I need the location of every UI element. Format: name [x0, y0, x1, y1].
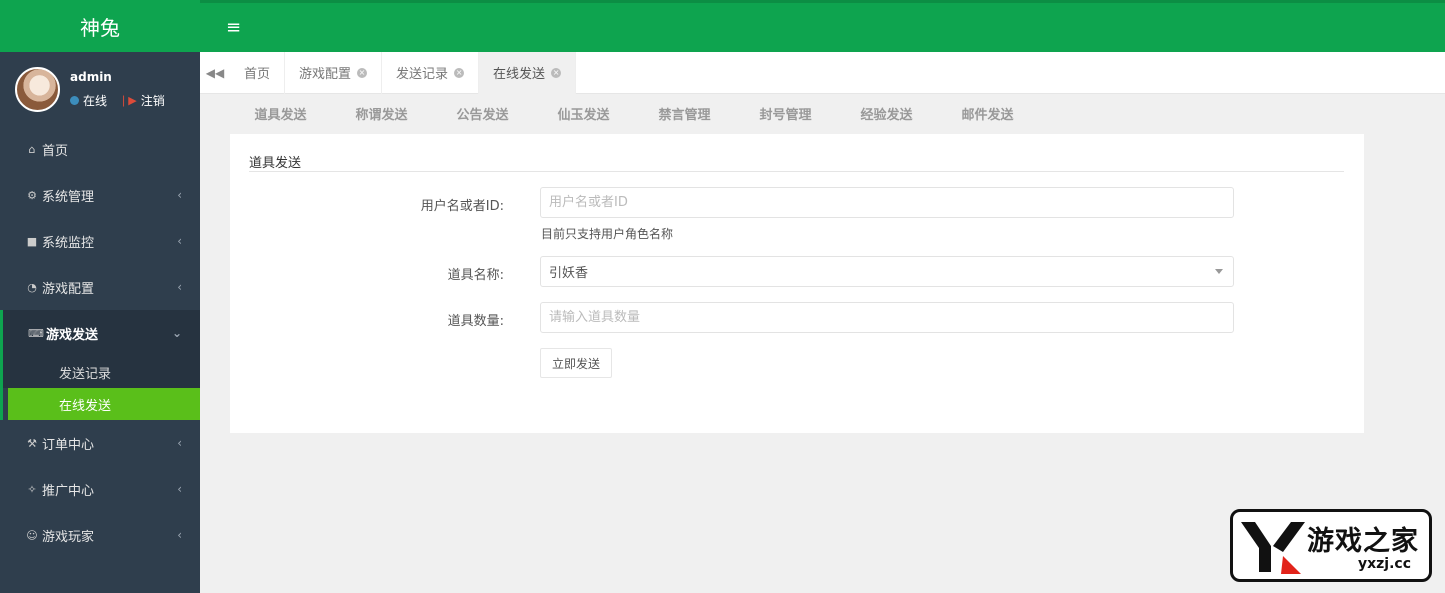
qty-label: 道具数量: — [447, 314, 504, 329]
panel-divider — [249, 171, 1344, 172]
chevron-left-icon: ‹ — [177, 188, 182, 202]
sidebar-item-game-send[interactable]: ⌨ 游戏发送 ⌄ — [0, 310, 200, 356]
sidebar-menu: ⌂ 首页 ⚙ 系统管理 ‹ ■ 系统监控 ‹ ◔ 游戏配置 ‹ ⌨ 游戏发送 ⌄… — [0, 126, 200, 558]
sidebar-item-label: 订单中心 — [42, 437, 95, 453]
tab-game-config[interactable]: 游戏配置 × — [285, 51, 383, 94]
sidebar-item-label: 首页 — [42, 143, 69, 159]
sidebar-submenu: 发送记录 在线发送 — [0, 356, 200, 420]
chevron-left-icon: ‹ — [177, 436, 182, 450]
subnav-item-titles[interactable]: 称谓发送 — [331, 104, 432, 123]
menu-toggle-icon[interactable]: ≡ — [226, 17, 241, 38]
wrench-icon: ⚒ — [27, 436, 37, 450]
subnav-item-mute[interactable]: 禁言管理 — [634, 104, 735, 123]
sidebar-item-orders[interactable]: ⚒ 订单中心 ‹ — [0, 420, 200, 466]
sidebar-item-home[interactable]: ⌂ 首页 — [0, 126, 200, 172]
item-select[interactable]: 引妖香 — [540, 256, 1234, 287]
close-icon[interactable]: × — [357, 67, 368, 78]
logout-icon[interactable]: ❘▶ — [119, 94, 137, 107]
brand-logo[interactable]: 神兔 — [0, 0, 200, 52]
sidebar: 神兔 admin 在线 ❘▶ 注销 ⌂ 首页 ⚙ 系统管理 ‹ ■ 系统监控 ‹… — [0, 0, 200, 593]
watermark-url: yxzj.cc — [1358, 556, 1412, 572]
sidebar-item-promotion[interactable]: ✧ 推广中心 ‹ — [0, 466, 200, 512]
sidebar-item-label: 推广中心 — [42, 483, 95, 499]
send-now-button[interactable]: 立即发送 — [540, 348, 613, 378]
subnav-item-props[interactable]: 道具发送 — [230, 104, 331, 123]
tab-online-send[interactable]: 在线发送 × — [479, 51, 577, 94]
sidebar-subitem-online-send[interactable]: 在线发送 — [8, 388, 200, 420]
send-type-nav: 道具发送 称谓发送 公告发送 仙玉发送 禁言管理 封号管理 经验发送 邮件发送 — [230, 94, 1364, 132]
chevron-left-icon: ‹ — [177, 482, 182, 496]
home-icon: ⌂ — [28, 142, 36, 156]
subnav-item-notice[interactable]: 公告发送 — [432, 104, 533, 123]
close-icon[interactable]: × — [551, 67, 562, 78]
top-header: ≡ — [200, 0, 1445, 52]
user-name: admin — [70, 70, 112, 84]
user-status: 在线 ❘▶ 注销 — [70, 92, 165, 109]
sidebar-item-label: 游戏发送 — [46, 327, 99, 343]
sidebar-item-label: 系统监控 — [42, 235, 95, 251]
subnav-item-jade[interactable]: 仙玉发送 — [533, 104, 634, 123]
tabs-scroll-left-icon[interactable]: ◀◀ — [200, 66, 230, 80]
tab-label: 首页 — [244, 67, 271, 82]
sidebar-item-label: 游戏配置 — [42, 281, 95, 297]
gear-icon: ⚙ — [27, 188, 37, 202]
tab-home[interactable]: 首页 — [230, 51, 286, 94]
subnav-item-ban[interactable]: 封号管理 — [735, 104, 836, 123]
logout-link[interactable]: 注销 — [141, 92, 165, 109]
qty-input[interactable] — [540, 302, 1234, 333]
user-label: 用户名或者ID: — [420, 199, 504, 214]
chevron-left-icon: ‹ — [177, 280, 182, 294]
user-id-input[interactable] — [540, 187, 1234, 218]
watermark-logo: 游戏之家 yxzj.cc — [1230, 509, 1432, 582]
chevron-left-icon: ‹ — [177, 528, 182, 542]
close-icon[interactable]: × — [454, 67, 465, 78]
chevron-left-icon: ‹ — [177, 234, 182, 248]
video-icon: ■ — [26, 234, 38, 248]
chevron-down-icon: ⌄ — [171, 326, 182, 340]
tab-label: 在线发送 — [493, 67, 546, 82]
user-hint: 目前只支持用户角色名称 — [541, 227, 674, 241]
subnav-item-exp[interactable]: 经验发送 — [836, 104, 937, 123]
tab-label: 游戏配置 — [299, 67, 352, 82]
online-status-icon — [70, 96, 79, 105]
caret-down-icon — [1215, 269, 1223, 274]
sidebar-item-game-config[interactable]: ◔ 游戏配置 ‹ — [0, 264, 200, 310]
item-selected-value: 引妖香 — [549, 266, 589, 281]
page-tabs: ◀◀ 首页 游戏配置 × 发送记录 × 在线发送 × — [200, 51, 1445, 94]
sidebar-item-label: 系统管理 — [42, 189, 95, 205]
online-status-label: 在线 — [83, 94, 108, 108]
dashboard-icon: ◔ — [27, 280, 37, 294]
item-label: 道具名称: — [447, 268, 504, 283]
send-form-panel: 道具发送 用户名或者ID: 目前只支持用户角色名称 道具名称: 引妖香 道具数量… — [230, 134, 1364, 433]
avatar — [15, 67, 60, 112]
watermark-mark-icon — [1241, 522, 1305, 574]
handshake-icon: ✧ — [27, 482, 37, 496]
tab-send-records[interactable]: 发送记录 × — [382, 51, 480, 94]
sidebar-subitem-send-records[interactable]: 发送记录 — [3, 356, 200, 388]
tab-label: 发送记录 — [396, 67, 449, 82]
keyboard-icon: ⌨ — [28, 326, 44, 340]
sidebar-item-monitor[interactable]: ■ 系统监控 ‹ — [0, 218, 200, 264]
sidebar-item-players[interactable]: ☺ 游戏玩家 ‹ — [0, 512, 200, 558]
sidebar-item-system[interactable]: ⚙ 系统管理 ‹ — [0, 172, 200, 218]
sidebar-item-label: 游戏玩家 — [42, 529, 95, 545]
user-icon: ☺ — [26, 528, 38, 542]
panel-title: 道具发送 — [249, 156, 302, 171]
subnav-item-mail[interactable]: 邮件发送 — [937, 104, 1038, 123]
watermark-text: 游戏之家 — [1307, 526, 1419, 557]
user-panel: admin 在线 ❘▶ 注销 — [0, 52, 200, 126]
